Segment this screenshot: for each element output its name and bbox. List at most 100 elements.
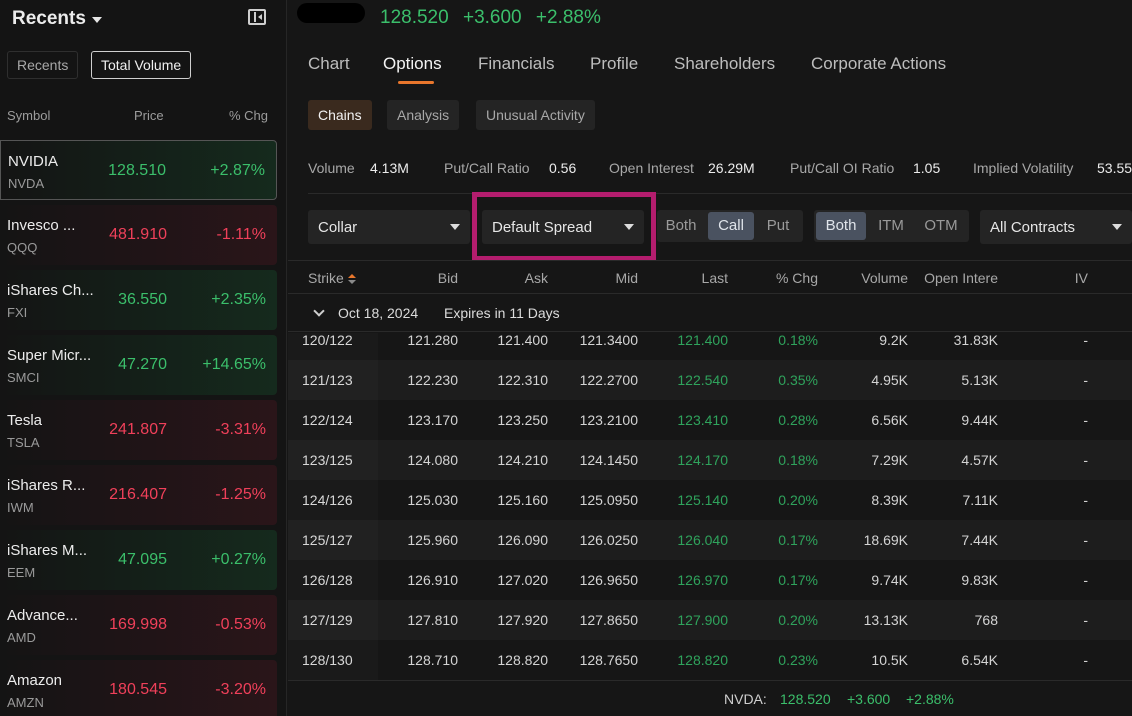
contracts-dropdown[interactable]: All Contracts bbox=[980, 210, 1132, 244]
col-pct-chg[interactable]: % Chg bbox=[776, 270, 818, 286]
table-row[interactable]: 123/125 124.080 124.210 124.1450 124.170 0.18… bbox=[288, 440, 1132, 480]
stat-pcr-label: Put/Call Ratio bbox=[444, 160, 530, 176]
tab-shareholders[interactable]: Shareholders bbox=[674, 54, 775, 74]
cell-bid: 124.080 bbox=[407, 452, 458, 468]
tab-profile[interactable]: Profile bbox=[590, 54, 638, 74]
tab-recents[interactable]: Recents bbox=[7, 51, 79, 79]
watchlist-row[interactable]: Amazon AMZN 180.545 -3.20% bbox=[0, 660, 277, 716]
col-volume[interactable]: Volume bbox=[861, 270, 908, 286]
table-row[interactable]: 121/123 122.230 122.310 122.2700 122.540 0.35… bbox=[288, 360, 1132, 400]
col-open-interest[interactable]: Open Intere bbox=[924, 270, 998, 286]
watchlist-price: 36.550 bbox=[118, 291, 167, 308]
col-ask[interactable]: Ask bbox=[525, 270, 548, 286]
watchlist-ticker: FXI bbox=[7, 305, 28, 320]
cell-pct-chg: 0.17% bbox=[778, 572, 818, 588]
expiry-group-header[interactable]: Oct 18, 2024 Expires in 11 Days bbox=[288, 294, 1132, 332]
cell-strike: 125/127 bbox=[302, 532, 353, 548]
watchlist-name: iShares M... bbox=[7, 542, 88, 559]
active-tab-indicator bbox=[398, 81, 434, 84]
cell-mid: 126.0250 bbox=[579, 532, 638, 548]
table-row[interactable]: 126/128 126.910 127.020 126.9650 126.970 0.17… bbox=[288, 560, 1132, 600]
col-mid[interactable]: Mid bbox=[615, 270, 638, 286]
cell-iv: - bbox=[1083, 412, 1088, 428]
watchlist-row[interactable]: iShares Ch... FXI 36.550 +2.35% bbox=[0, 270, 277, 330]
subtab-unusual-activity[interactable]: Unusual Activity bbox=[476, 100, 595, 130]
cell-bid: 125.960 bbox=[407, 532, 458, 548]
cell-iv: - bbox=[1083, 333, 1088, 348]
watchlist-price: 481.910 bbox=[109, 226, 167, 243]
cell-iv: - bbox=[1083, 612, 1088, 628]
footer-change: +3.600 bbox=[847, 691, 891, 707]
watchlist-row[interactable]: Advance... AMD 169.998 -0.53% bbox=[0, 595, 277, 655]
cell-mid: 124.1450 bbox=[579, 452, 638, 468]
table-row[interactable]: 127/129 127.810 127.920 127.8650 127.900 0.20… bbox=[288, 600, 1132, 640]
moneyness-toggle: Both ITM OTM bbox=[814, 210, 969, 242]
cell-mid: 123.2100 bbox=[579, 412, 638, 428]
moneyness-otm[interactable]: OTM bbox=[915, 210, 967, 242]
subtab-chains[interactable]: Chains bbox=[308, 100, 372, 130]
watchlist-ticker: TSLA bbox=[7, 435, 40, 450]
cell-last: 125.140 bbox=[677, 492, 728, 508]
cell-mid: 121.3400 bbox=[579, 333, 638, 348]
watchlist-row[interactable]: iShares R... IWM 216.407 -1.25% bbox=[0, 465, 277, 525]
cell-mid: 126.9650 bbox=[579, 572, 638, 588]
col-change[interactable]: % Chg bbox=[229, 108, 268, 123]
watchlist-row[interactable]: NVIDIA NVDA 128.510 +2.87% bbox=[0, 140, 277, 200]
watchlist-change: -1.25% bbox=[215, 486, 266, 503]
watchlist-row[interactable]: Super Micr... SMCI 47.270 +14.65% bbox=[0, 335, 277, 395]
cell-ask: 123.250 bbox=[497, 412, 548, 428]
moneyness-both[interactable]: Both bbox=[816, 212, 866, 240]
tab-financials[interactable]: Financials bbox=[478, 54, 555, 74]
tab-total-volume[interactable]: Total Volume bbox=[91, 51, 192, 79]
side-call[interactable]: Call bbox=[708, 212, 754, 240]
cell-volume: 18.69K bbox=[863, 532, 908, 548]
col-strike[interactable]: Strike bbox=[308, 270, 356, 286]
watchlist-selector[interactable]: Recents bbox=[12, 8, 102, 30]
side-both[interactable]: Both bbox=[657, 210, 705, 242]
col-bid[interactable]: Bid bbox=[438, 270, 458, 286]
watchlist-ticker: IWM bbox=[7, 500, 34, 515]
col-last[interactable]: Last bbox=[702, 270, 728, 286]
cell-ask: 122.310 bbox=[497, 372, 548, 388]
table-row[interactable]: 128/130 128.710 128.820 128.7650 128.820 0.23… bbox=[288, 640, 1132, 680]
cell-volume: 6.56K bbox=[871, 412, 908, 428]
cell-strike: 121/123 bbox=[302, 372, 353, 388]
symbol-redacted bbox=[297, 3, 365, 23]
watchlist-name: NVIDIA bbox=[8, 153, 59, 170]
contracts-value: All Contracts bbox=[990, 219, 1076, 236]
cell-open-interest: 768 bbox=[974, 612, 998, 628]
col-symbol[interactable]: Symbol bbox=[7, 108, 50, 123]
stat-pcoi-value: 1.05 bbox=[913, 160, 941, 176]
cell-bid: 121.280 bbox=[407, 333, 458, 348]
tab-chart[interactable]: Chart bbox=[308, 54, 350, 74]
watchlist-price: 180.545 bbox=[109, 681, 167, 698]
header-change: +3.600 bbox=[462, 7, 522, 28]
table-row[interactable]: 124/126 125.030 125.160 125.0950 125.140 0.20… bbox=[288, 480, 1132, 520]
highlight-box bbox=[472, 192, 656, 261]
collapse-sidebar-icon[interactable] bbox=[248, 9, 266, 25]
table-row[interactable]: 125/127 125.960 126.090 126.0250 126.040 0.17… bbox=[288, 520, 1132, 560]
watchlist-row[interactable]: Tesla TSLA 241.807 -3.31% bbox=[0, 400, 277, 460]
options-table-body: 120/122 121.280 121.400 121.3400 121.400 0.18… bbox=[288, 333, 1132, 680]
cell-strike: 124/126 bbox=[302, 492, 353, 508]
dropdown-arrow-icon bbox=[1112, 224, 1122, 230]
sort-icon bbox=[347, 274, 356, 285]
subtab-analysis[interactable]: Analysis bbox=[387, 100, 460, 130]
table-row[interactable]: 122/124 123.170 123.250 123.2100 123.410 0.28… bbox=[288, 400, 1132, 440]
watchlist-row[interactable]: iShares M... EEM 47.095 +0.27% bbox=[0, 530, 277, 590]
watchlist-row[interactable]: Invesco ... QQQ 481.910 -1.11% bbox=[0, 205, 277, 265]
cell-bid: 128.710 bbox=[407, 652, 458, 668]
side-toggle: Both Call Put bbox=[657, 210, 803, 242]
moneyness-itm[interactable]: ITM bbox=[867, 210, 915, 242]
strategy-dropdown[interactable]: Collar bbox=[308, 210, 470, 244]
watchlist-change: -3.20% bbox=[215, 681, 266, 698]
cell-ask: 126.090 bbox=[497, 532, 548, 548]
col-iv[interactable]: IV bbox=[1075, 270, 1088, 286]
tab-options[interactable]: Options bbox=[383, 54, 442, 74]
table-row[interactable]: 120/122 121.280 121.400 121.3400 121.400 0.18… bbox=[288, 333, 1132, 360]
side-put[interactable]: Put bbox=[755, 210, 801, 242]
footer-symbol: NVDA: bbox=[724, 691, 767, 707]
tab-corporate-actions[interactable]: Corporate Actions bbox=[811, 54, 946, 74]
watchlist-price: 241.807 bbox=[109, 421, 167, 438]
col-price[interactable]: Price bbox=[134, 108, 164, 123]
